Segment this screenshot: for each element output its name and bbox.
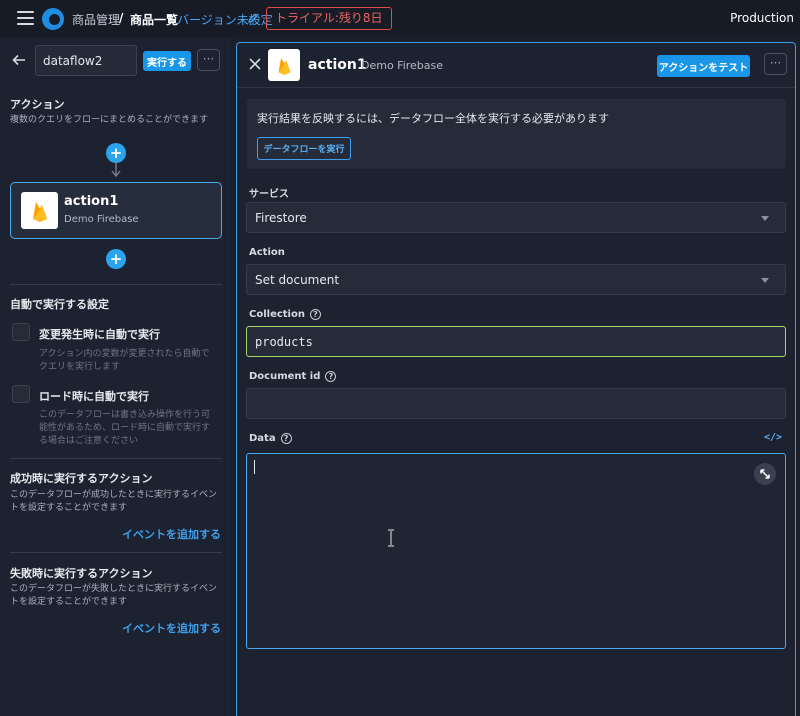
menu-icon[interactable] [17, 11, 34, 25]
action-card-action1[interactable]: action1 Demo Firebase [10, 182, 222, 239]
auto-run-title: 自動で実行する設定 [10, 298, 109, 311]
action-label: Action [249, 247, 285, 258]
auto-on-change-description: アクション内の変数が変更されたら自動でクエリを実行します [39, 349, 210, 372]
help-icon[interactable]: ? [309, 309, 321, 320]
actions-description: 複数のクエリをフローにまとめることができます [10, 115, 209, 125]
action-source: Demo Firebase [361, 59, 444, 72]
auto-on-change-label: 変更発生時に自動で実行 [39, 328, 160, 341]
document-id-label-text: Document id [249, 371, 321, 382]
code-icon[interactable]: </> [764, 432, 782, 443]
service-label-text: サービス [249, 189, 289, 200]
breadcrumb-app[interactable]: 商品管理 [72, 11, 120, 28]
version-link[interactable]: バージョン未設定 [177, 11, 273, 28]
divider [10, 458, 222, 459]
dataflow-sidebar: 実行する ··· アクション 複数のクエリをフローにまとめることができます + … [0, 37, 231, 716]
firebase-icon [21, 192, 58, 229]
dataflow-name-input[interactable] [35, 45, 137, 76]
auto-on-load-checkbox[interactable] [12, 385, 30, 403]
add-success-event-link[interactable]: イベントを追加する [122, 526, 221, 542]
collection-label-text: Collection [249, 309, 305, 320]
action-label-text: Action [249, 247, 285, 258]
auto-on-load-description: このデータフローは書き込み操作を行う可能性があるため、ロード時に自動で実行する場… [39, 410, 211, 446]
action-more-button[interactable]: ··· [764, 53, 787, 75]
trial-badge[interactable]: トライアル:残り8日 [266, 7, 392, 30]
collection-input[interactable] [246, 326, 786, 357]
back-arrow-icon[interactable] [12, 53, 26, 67]
add-failure-event-link[interactable]: イベントを追加する [122, 620, 221, 636]
document-id-input[interactable] [246, 388, 786, 419]
service-value: Firestore [255, 211, 307, 225]
logo-icon[interactable] [42, 8, 64, 30]
test-action-button[interactable]: アクションをテスト [657, 55, 750, 77]
environment-selector[interactable]: Production [730, 11, 794, 25]
add-action-above-button[interactable]: + [106, 143, 126, 163]
service-select[interactable]: Firestore [246, 202, 786, 233]
run-dataflow-button[interactable]: データフローを実行 [257, 137, 351, 160]
action-title[interactable]: action1 [308, 57, 367, 73]
top-bar: 商品管理 / 商品一覧 バージョン未設定 トライアル:残り8日 Producti… [0, 0, 800, 37]
actions-title: アクション [10, 98, 65, 111]
data-label-text: Data [249, 433, 276, 444]
chevron-down-icon [761, 216, 769, 221]
chevron-down-icon [761, 278, 769, 283]
divider [10, 284, 222, 285]
action-select[interactable]: Set document [246, 264, 786, 295]
action-editor-panel: action1 Demo Firebase アクションをテスト ··· 実行結果… [236, 42, 796, 716]
collection-label: Collection ? [249, 309, 321, 320]
action-card-name: action1 [64, 194, 119, 209]
run-button[interactable]: 実行する [143, 51, 191, 71]
breadcrumb-page[interactable]: 商品一覧 [130, 11, 178, 28]
run-notice: 実行結果を反映するには、データフロー全体を実行する必要があります データフローを… [247, 99, 786, 169]
header-divider [237, 87, 795, 88]
close-icon[interactable] [249, 58, 261, 70]
action-value: Set document [255, 273, 340, 287]
success-actions-title: 成功時に実行するアクション [10, 472, 153, 485]
data-label: Data ? [249, 433, 292, 444]
more-options-button[interactable]: ··· [197, 49, 220, 71]
text-caret [254, 460, 255, 474]
help-icon[interactable]: ? [325, 371, 337, 382]
failure-actions-description: このデータフローが失敗したときに実行するイベントを設定することができます [10, 584, 218, 607]
document-id-label: Document id ? [249, 371, 337, 382]
service-label: サービス [249, 185, 289, 200]
auto-on-load-label: ロード時に自動で実行 [39, 390, 149, 403]
help-icon[interactable]: ? [280, 433, 292, 444]
data-editor[interactable] [246, 453, 786, 649]
run-notice-text: 実行結果を反映するには、データフロー全体を実行する必要があります [257, 112, 609, 125]
pencil-icon[interactable] [248, 13, 258, 23]
arrow-down-icon [111, 162, 121, 178]
action-card-source: Demo Firebase [64, 214, 139, 225]
auto-on-change-checkbox[interactable] [12, 323, 30, 341]
breadcrumb-separator: / [119, 11, 124, 25]
failure-actions-title: 失敗時に実行するアクション [10, 567, 153, 580]
expand-icon[interactable] [754, 463, 776, 485]
firebase-icon [268, 49, 300, 81]
text-cursor-icon [388, 529, 394, 547]
divider [10, 552, 222, 553]
success-actions-description: このデータフローが成功したときに実行するイベントを設定することができます [10, 490, 218, 513]
add-action-below-button[interactable]: + [106, 249, 126, 269]
